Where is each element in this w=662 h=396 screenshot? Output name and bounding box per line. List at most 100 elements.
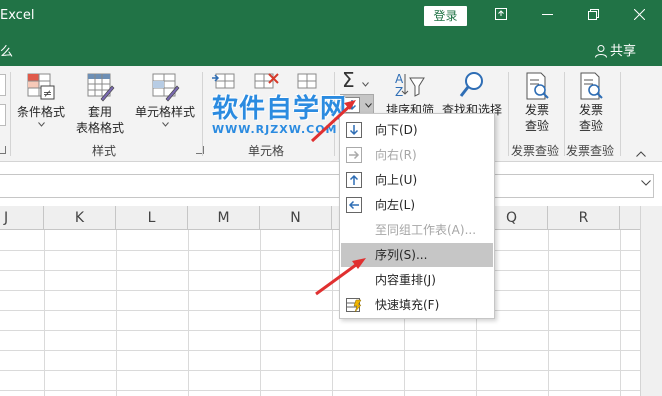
invoice-group-2-label: 发票查验 xyxy=(566,144,615,158)
ribbon-display-icon xyxy=(495,8,507,20)
column-header[interactable]: M xyxy=(188,206,260,230)
menu-item-fill-down[interactable]: 向下(D) xyxy=(341,118,493,142)
watermark-title: 软件自学网 xyxy=(212,94,348,124)
group-separator xyxy=(620,72,621,156)
cell-styles-button[interactable]: 单元格样式 xyxy=(132,72,198,127)
conditional-format-label: 条件格式 xyxy=(16,105,65,119)
invoice-check-button-2[interactable]: 发票 查验 xyxy=(568,72,614,134)
menu-item-label: 内容重排(J) xyxy=(375,273,436,287)
fill-down-icon xyxy=(346,122,362,138)
chevron-down-icon xyxy=(362,82,369,87)
gridline xyxy=(0,370,640,371)
format-as-table-icon xyxy=(87,73,115,102)
menu-item-label: 序列(S)... xyxy=(375,248,428,262)
group-separator xyxy=(10,72,11,156)
svg-text:≠: ≠ xyxy=(43,87,52,100)
menu-item-fill-right[interactable]: 向右(R) xyxy=(341,143,493,167)
gridline xyxy=(620,230,621,396)
format-as-table-button[interactable]: 套用 表格格式 xyxy=(68,72,132,136)
menu-item-label: 向上(U) xyxy=(375,173,418,187)
format-as-table-label-1: 套用 xyxy=(87,105,112,119)
chevron-down-icon xyxy=(161,122,169,127)
menu-item-flash-fill[interactable]: 快速填充(F) xyxy=(341,293,493,317)
share-label: 共享 xyxy=(610,44,637,59)
menu-item-label: 向下(D) xyxy=(375,123,418,137)
menu-item-fill-left[interactable]: 向左(L) xyxy=(341,193,493,217)
search-icon xyxy=(459,72,483,97)
user-icon xyxy=(595,45,607,58)
menu-item-series[interactable]: 序列(S)... xyxy=(341,243,493,267)
gridline xyxy=(548,230,549,396)
tell-me-bar: 么 共享 xyxy=(0,32,662,66)
gridline xyxy=(0,250,640,251)
column-header[interactable]: N xyxy=(260,206,332,230)
cell-styles-icon xyxy=(152,73,180,102)
gridline xyxy=(260,230,261,396)
formula-input[interactable] xyxy=(0,174,654,198)
gridline xyxy=(0,270,640,271)
close-button[interactable] xyxy=(616,0,662,32)
worksheet-grid[interactable]: J K L M N O P Q R xyxy=(0,206,662,396)
chevron-down-icon[interactable] xyxy=(641,180,651,186)
fill-dropdown-menu: 向下(D) 向右(R) 向上(U) 向左(L) 至同组工作表(A)... 序列(… xyxy=(339,113,495,319)
sort-filter-icon: A Z xyxy=(395,72,425,99)
column-header[interactable]: K xyxy=(44,206,116,230)
restore-icon xyxy=(587,9,599,20)
minimize-icon xyxy=(541,14,553,15)
group-separator xyxy=(202,72,203,156)
gridline xyxy=(0,290,640,291)
invoice-check-icon xyxy=(580,72,603,100)
app-title: Excel xyxy=(0,8,35,23)
gridline xyxy=(188,230,189,396)
gridline xyxy=(116,230,117,396)
partial-control[interactable] xyxy=(0,74,6,96)
column-header[interactable]: J xyxy=(0,206,44,230)
tell-me-text[interactable]: 么 xyxy=(0,41,13,60)
ribbon-display-options-button[interactable] xyxy=(478,0,524,32)
svg-text:A: A xyxy=(395,72,404,86)
formula-bar xyxy=(0,166,662,206)
menu-item-justify[interactable]: 内容重排(J) xyxy=(341,268,493,292)
gridline xyxy=(0,390,640,391)
conditional-format-icon: ≠ xyxy=(27,73,55,100)
menu-item-label: 至同组工作表(A)... xyxy=(375,223,477,237)
close-icon xyxy=(633,8,645,21)
partial-control[interactable] xyxy=(0,104,6,126)
vertical-scrollbar[interactable] xyxy=(640,206,662,396)
invoice-check-button-1[interactable]: 发票 查验 xyxy=(514,72,560,134)
column-headers: J K L M N O P Q R xyxy=(0,206,662,230)
svg-text:Z: Z xyxy=(395,85,403,99)
invoice-check-label-2a: 发票 xyxy=(578,103,603,117)
cell-styles-label: 单元格样式 xyxy=(134,105,195,119)
invoice-group-1-label: 发票查验 xyxy=(511,144,560,158)
fill-left-icon xyxy=(346,197,362,213)
find-select-button[interactable]: 查找和选择 xyxy=(440,70,504,118)
chevron-up-icon xyxy=(636,151,646,157)
collapse-ribbon-button[interactable] xyxy=(636,146,646,160)
styles-group-label: 样式 xyxy=(92,144,117,158)
login-button[interactable]: 登录 xyxy=(424,6,467,26)
fill-right-icon xyxy=(346,147,362,163)
menu-item-across-worksheets[interactable]: 至同组工作表(A)... xyxy=(341,218,493,242)
dialog-launcher[interactable] xyxy=(0,146,6,154)
share-button[interactable]: 共享 xyxy=(594,40,636,59)
group-separator xyxy=(564,72,565,156)
gridline xyxy=(0,330,640,331)
fill-up-icon xyxy=(346,172,362,188)
flash-fill-icon xyxy=(346,298,362,313)
menu-item-label: 快速填充(F) xyxy=(375,298,440,312)
chevron-down-icon xyxy=(37,122,45,127)
invoice-check-label-1b: 查验 xyxy=(524,119,549,133)
invoice-check-label-1a: 发票 xyxy=(524,103,549,117)
menu-item-fill-up[interactable]: 向上(U) xyxy=(341,168,493,192)
title-bar: Excel 登录 xyxy=(0,0,662,32)
column-header[interactable]: R xyxy=(548,206,620,230)
conditional-format-button[interactable]: ≠ 条件格式 xyxy=(14,72,68,127)
restore-button[interactable] xyxy=(570,0,616,32)
invoice-check-icon xyxy=(526,72,549,100)
format-as-table-label-2: 表格格式 xyxy=(75,121,124,135)
column-header[interactable]: L xyxy=(116,206,188,230)
gridline xyxy=(332,230,333,396)
invoice-check-label-2b: 查验 xyxy=(578,119,603,133)
minimize-button[interactable] xyxy=(524,0,570,32)
